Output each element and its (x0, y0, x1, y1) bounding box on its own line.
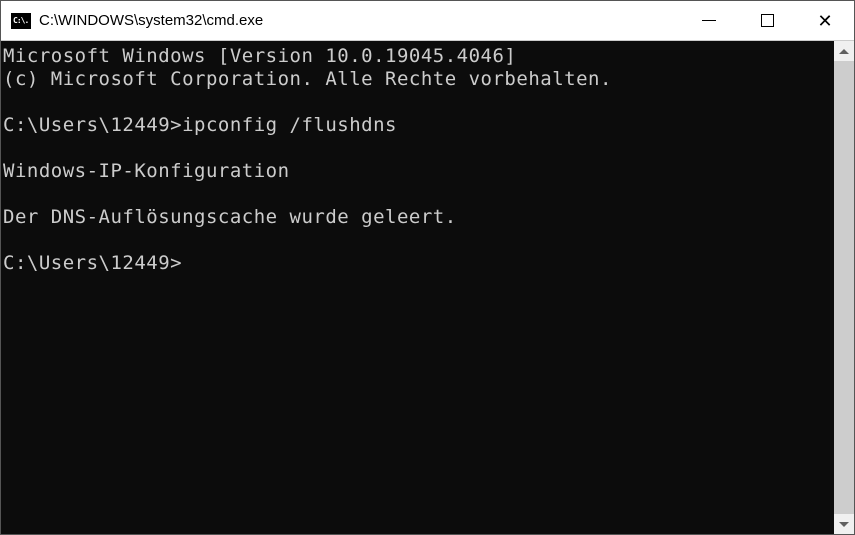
vertical-scrollbar[interactable] (834, 41, 854, 534)
terminal-line: C:\Users\12449> (3, 252, 182, 274)
minimize-icon (702, 20, 716, 21)
maximize-icon (761, 14, 774, 27)
chevron-up-icon (839, 49, 849, 54)
window-title: C:\WINDOWS\system32\cmd.exe (39, 12, 680, 29)
cmd-icon-text: C:\. (13, 16, 28, 25)
scrollbar-up-button[interactable] (834, 41, 854, 61)
terminal-line: Microsoft Windows [Version 10.0.19045.40… (3, 45, 516, 67)
terminal-line: (c) Microsoft Corporation. Alle Rechte v… (3, 68, 612, 90)
titlebar[interactable]: C:\. C:\WINDOWS\system32\cmd.exe ✕ (1, 1, 854, 41)
cmd-window: C:\. C:\WINDOWS\system32\cmd.exe ✕ Micro… (0, 0, 855, 535)
window-controls: ✕ (680, 1, 854, 40)
close-icon: ✕ (817, 12, 832, 30)
close-button[interactable]: ✕ (796, 1, 854, 40)
terminal-line: Windows-IP-Konfiguration (3, 160, 290, 182)
terminal-area: Microsoft Windows [Version 10.0.19045.40… (1, 41, 854, 534)
terminal-line: C:\Users\12449>ipconfig /flushdns (3, 114, 397, 136)
scrollbar-down-button[interactable] (834, 514, 854, 534)
chevron-down-icon (839, 522, 849, 527)
maximize-button[interactable] (738, 1, 796, 40)
scrollbar-thumb[interactable] (834, 61, 854, 514)
terminal-line: Der DNS-Auflösungscache wurde geleert. (3, 206, 457, 228)
minimize-button[interactable] (680, 1, 738, 40)
scrollbar-track[interactable] (834, 61, 854, 514)
terminal-content[interactable]: Microsoft Windows [Version 10.0.19045.40… (1, 41, 834, 534)
cmd-icon: C:\. (11, 13, 31, 29)
